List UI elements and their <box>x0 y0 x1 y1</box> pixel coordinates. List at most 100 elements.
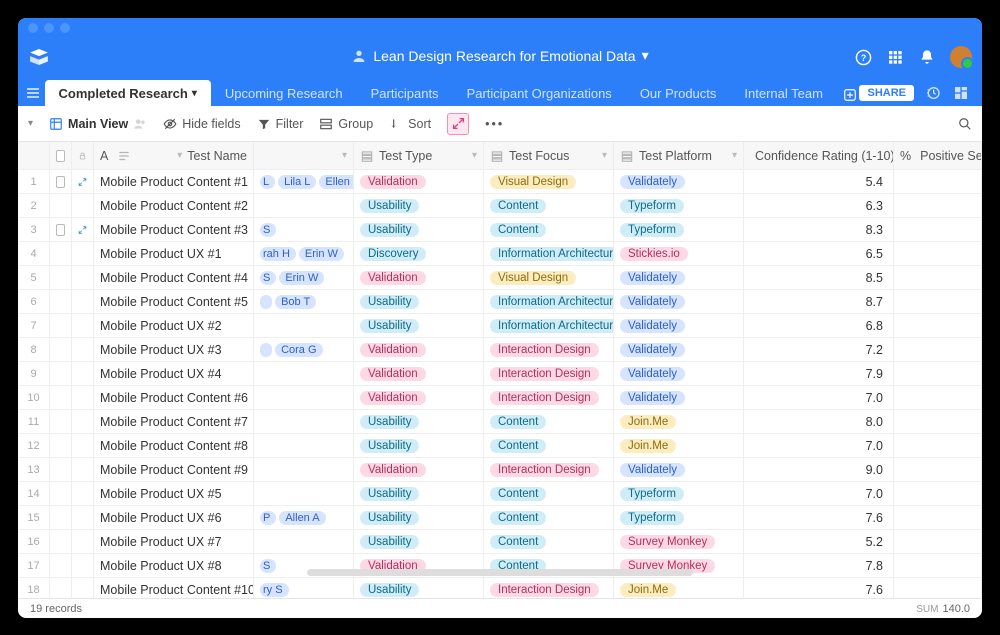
add-table-button[interactable] <box>843 84 858 106</box>
person-chip[interactable]: Ellen L <box>319 175 354 189</box>
cell-test-type[interactable]: Discovery <box>354 242 484 265</box>
cell-test-type[interactable]: Usability <box>354 530 484 553</box>
row-checkbox[interactable] <box>50 362 72 385</box>
cell-positive[interactable] <box>894 506 982 529</box>
cell-positive[interactable] <box>894 314 982 337</box>
cell-test-focus[interactable]: Content <box>484 530 614 553</box>
cell-confidence[interactable]: 6.5 <box>744 242 894 265</box>
col-test-name[interactable]: ▾ATest Name <box>94 142 254 169</box>
table-row[interactable]: 2Mobile Product Content #2UsabilityConte… <box>18 194 982 218</box>
cell-people[interactable] <box>254 410 354 433</box>
person-chip[interactable]: ry S <box>260 583 289 597</box>
table-row[interactable]: 18Mobile Product Content #10ry SUsabilit… <box>18 578 982 598</box>
expand-record-button[interactable] <box>72 578 94 598</box>
cell-people[interactable]: S <box>254 218 354 241</box>
horizontal-scrollbar[interactable] <box>307 569 693 576</box>
row-checkbox[interactable] <box>50 458 72 481</box>
tag-pill[interactable]: Join.Me <box>620 583 676 597</box>
cell-test-name[interactable]: Mobile Product Content #4 <box>94 266 254 289</box>
cell-people[interactable] <box>254 362 354 385</box>
cell-test-type[interactable]: Validation <box>354 338 484 361</box>
row-checkbox[interactable] <box>50 338 72 361</box>
cell-test-name[interactable]: Mobile Product Content #6 <box>94 386 254 409</box>
cell-platform[interactable]: Validately <box>614 362 744 385</box>
traffic-light-close[interactable] <box>28 23 38 33</box>
cell-people[interactable] <box>254 482 354 505</box>
person-chip[interactable]: S <box>260 271 276 285</box>
cell-test-focus[interactable]: Content <box>484 482 614 505</box>
row-checkbox[interactable] <box>50 266 72 289</box>
cell-people[interactable]: PAllen A <box>254 506 354 529</box>
col-test-platform[interactable]: Test Platform▾ <box>614 142 744 169</box>
table-row[interactable]: 5Mobile Product Content #4SErin WValidat… <box>18 266 982 290</box>
person-chip[interactable]: Erin W <box>279 271 324 285</box>
cell-confidence[interactable]: 7.9 <box>744 362 894 385</box>
table-tab[interactable]: Completed Research▾ <box>45 80 211 106</box>
cell-confidence[interactable]: 7.2 <box>744 338 894 361</box>
tag-pill[interactable]: Usability <box>360 295 419 309</box>
col-confidence[interactable]: #Confidence Rating (1-10)▾ <box>744 142 894 169</box>
cell-platform[interactable]: Typeform <box>614 506 744 529</box>
tag-pill[interactable]: Validately <box>620 391 685 405</box>
tag-pill[interactable]: Typeform <box>620 199 684 213</box>
select-all-checkbox[interactable] <box>50 142 72 169</box>
sort-button[interactable]: Sort <box>389 117 431 131</box>
cell-confidence[interactable]: 5.4 <box>744 170 894 193</box>
tag-pill[interactable]: Content <box>490 223 546 237</box>
row-checkbox[interactable] <box>50 506 72 529</box>
row-checkbox[interactable] <box>50 218 72 241</box>
cell-platform[interactable]: Validately <box>614 386 744 409</box>
chevron-down-icon[interactable]: ▾ <box>192 88 197 99</box>
cell-test-name[interactable]: Mobile Product UX #5 <box>94 482 254 505</box>
cell-positive[interactable] <box>894 266 982 289</box>
cell-test-focus[interactable]: Interaction Design <box>484 458 614 481</box>
cell-test-name[interactable]: Mobile Product UX #8 <box>94 554 254 577</box>
expand-record-button[interactable] <box>72 194 94 217</box>
row-checkbox[interactable] <box>50 242 72 265</box>
table-row[interactable]: 4Mobile Product UX #1rah HErin WDiscover… <box>18 242 982 266</box>
row-checkbox[interactable] <box>50 314 72 337</box>
col-positive[interactable]: %Positive Sen <box>894 142 982 169</box>
cell-test-focus[interactable]: Information Architecture <box>484 314 614 337</box>
cell-platform[interactable]: Typeform <box>614 218 744 241</box>
person-chip[interactable] <box>260 343 272 357</box>
cell-positive[interactable] <box>894 194 982 217</box>
table-tab[interactable]: Our Products <box>626 80 731 106</box>
tag-pill[interactable]: Validately <box>620 463 685 477</box>
tag-pill[interactable]: Validately <box>620 343 685 357</box>
filter-button[interactable]: Filter <box>257 117 304 131</box>
row-checkbox[interactable] <box>50 290 72 313</box>
tag-pill[interactable]: Validation <box>360 175 426 189</box>
table-row[interactable]: 11Mobile Product Content #7UsabilityCont… <box>18 410 982 434</box>
table-row[interactable]: 1Mobile Product Content #1LLila LEllen L… <box>18 170 982 194</box>
row-checkbox[interactable] <box>50 578 72 598</box>
tag-pill[interactable]: Validately <box>620 367 685 381</box>
tag-pill[interactable]: Stickies.io <box>620 247 688 261</box>
cell-people[interactable] <box>254 386 354 409</box>
expand-record-button[interactable] <box>72 170 94 193</box>
expand-record-button[interactable] <box>72 314 94 337</box>
cell-test-name[interactable]: Mobile Product Content #7 <box>94 410 254 433</box>
table-row[interactable]: 10Mobile Product Content #6ValidationInt… <box>18 386 982 410</box>
tag-pill[interactable]: Validately <box>620 175 685 189</box>
table-row[interactable]: 3Mobile Product Content #3SUsabilityCont… <box>18 218 982 242</box>
col-test-type[interactable]: Test Type▾ <box>354 142 484 169</box>
cell-positive[interactable] <box>894 554 982 577</box>
cell-positive[interactable] <box>894 362 982 385</box>
col-test-focus[interactable]: Test Focus▾ <box>484 142 614 169</box>
cell-test-type[interactable]: Usability <box>354 290 484 313</box>
tag-pill[interactable]: Validately <box>620 295 685 309</box>
cell-test-name[interactable]: Mobile Product UX #1 <box>94 242 254 265</box>
tag-pill[interactable]: Validately <box>620 271 685 285</box>
cell-test-focus[interactable]: Interaction Design <box>484 386 614 409</box>
cell-test-type[interactable]: Usability <box>354 482 484 505</box>
person-chip[interactable]: Bob T <box>275 295 316 309</box>
cell-test-name[interactable]: Mobile Product Content #9 <box>94 458 254 481</box>
cell-test-name[interactable]: Mobile Product Content #8 <box>94 434 254 457</box>
view-switcher[interactable]: Main View <box>49 117 147 131</box>
tag-pill[interactable]: Interaction Design <box>490 367 599 381</box>
row-checkbox[interactable] <box>50 170 72 193</box>
table-row[interactable]: 16Mobile Product UX #7UsabilityContentSu… <box>18 530 982 554</box>
table-row[interactable]: 13Mobile Product Content #9ValidationInt… <box>18 458 982 482</box>
user-avatar[interactable] <box>950 46 972 68</box>
